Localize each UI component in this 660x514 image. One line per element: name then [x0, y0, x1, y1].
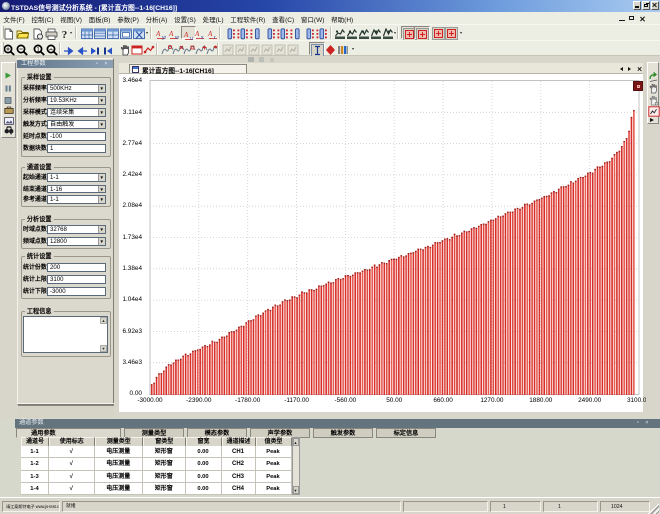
svg-text:A: A [183, 31, 189, 39]
svg-text:A: A [194, 30, 200, 38]
svg-text:1: 1 [36, 46, 40, 53]
svg-text:A: A [155, 30, 161, 38]
svg-text:?: ? [62, 29, 68, 40]
svg-text:A: A [168, 30, 174, 38]
svg-text:A: A [207, 30, 213, 38]
